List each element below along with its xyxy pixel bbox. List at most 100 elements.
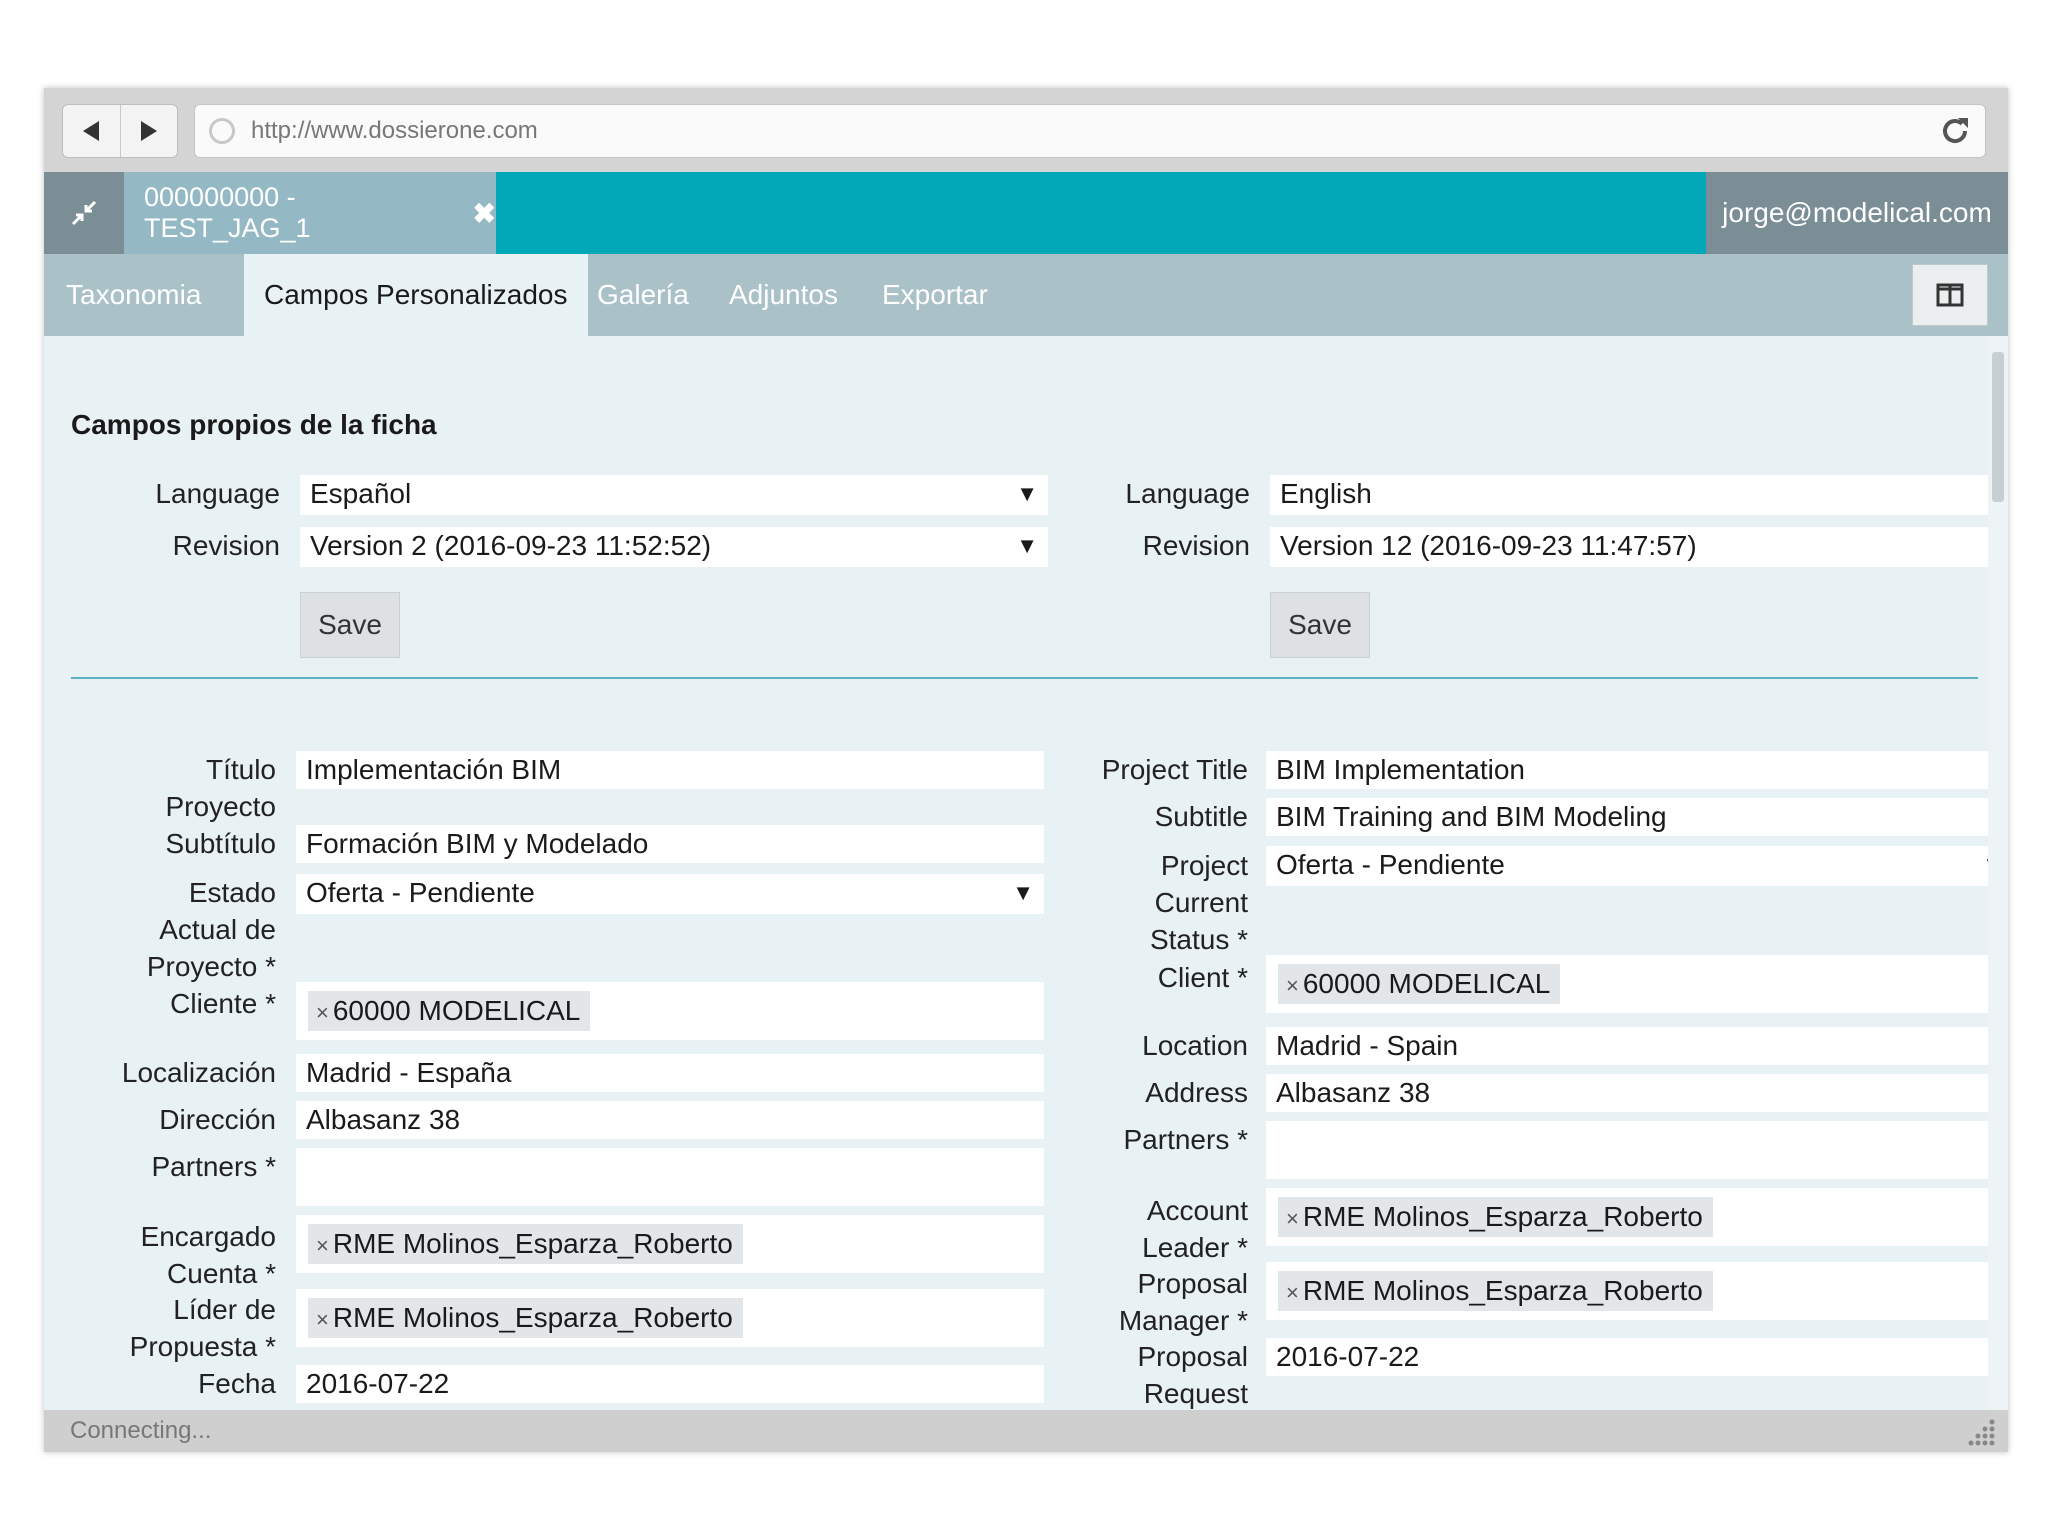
remove-tag-icon[interactable]: ×: [316, 1233, 329, 1258]
label-direccion: Dirección: [159, 1104, 276, 1135]
user-email[interactable]: jorge@modelical.com: [1706, 172, 2008, 254]
content-area: Campos propios de la ficha Language Espa…: [44, 336, 1988, 1410]
collapse-arrows-icon: [71, 200, 97, 226]
lider-tag[interactable]: × RME Molinos_Esparza_Roberto: [308, 1298, 743, 1338]
label-titulo-proyecto: Título Proyecto: [165, 754, 277, 822]
lider-tags-input[interactable]: × RME Molinos_Esparza_Roberto: [296, 1289, 1044, 1347]
label-lider-propuesta: Líder de Propuesta *: [129, 1294, 276, 1362]
tab-exportar[interactable]: Exportar: [882, 254, 988, 336]
resize-grip-icon[interactable]: [1966, 1418, 1996, 1446]
scrollbar[interactable]: [1988, 336, 2008, 1410]
nav-buttons: [62, 104, 178, 158]
left-language-value: Español: [310, 478, 412, 509]
status-text: Connecting...: [70, 1417, 212, 1444]
right-revision-value: Version 12 (2016-09-23 11:47:57): [1280, 530, 1697, 561]
project-title-input[interactable]: BIM Implementation: [1266, 751, 1988, 789]
browser-window: http://www.dossierone.com 000000000 - TE…: [44, 88, 2008, 1452]
section-title: Campos propios de la ficha: [71, 409, 437, 440]
back-button[interactable]: [63, 105, 120, 157]
right-revision-label: Revision: [1142, 530, 1250, 561]
left-revision-label: Revision: [172, 530, 280, 561]
tab-bar: Taxonomia Campos Personalizados Galería …: [44, 254, 2008, 336]
tab-campos-personalizados[interactable]: Campos Personalizados: [244, 254, 588, 336]
left-revision-value: Version 2 (2016-09-23 11:52:52): [310, 530, 712, 561]
url-text: http://www.dossierone.com: [251, 117, 538, 144]
scrollbar-thumb[interactable]: [1992, 352, 2004, 502]
encargado-tags-input[interactable]: × RME Molinos_Esparza_Roberto: [296, 1215, 1044, 1273]
document-tab[interactable]: 000000000 - TEST_JAG_1 ✖: [124, 172, 496, 254]
document-tab-title: 000000000 - TEST_JAG_1: [144, 182, 311, 243]
dropdown-caret-icon: ▼: [1016, 481, 1038, 506]
location-input[interactable]: Madrid - Spain: [1266, 1027, 1988, 1065]
right-language-label: Language: [1125, 478, 1250, 509]
remove-tag-icon[interactable]: ×: [316, 1000, 329, 1025]
label-partners: Partners *: [151, 1151, 277, 1182]
remove-tag-icon[interactable]: ×: [316, 1307, 329, 1332]
reload-icon[interactable]: [1939, 115, 1971, 147]
label-fecha: Fecha: [198, 1368, 276, 1399]
left-language-select[interactable]: Español ▼: [300, 475, 1048, 515]
address-input[interactable]: Albasanz 38: [1266, 1074, 1988, 1112]
encargado-tag[interactable]: × RME Molinos_Esparza_Roberto: [308, 1224, 743, 1264]
client-tag[interactable]: × 60000 MODELICAL: [1278, 964, 1561, 1004]
label-localizacion: Localización: [121, 1057, 276, 1088]
label-client: Client *: [1157, 962, 1248, 993]
tab-adjuntos[interactable]: Adjuntos: [729, 254, 838, 336]
left-divider: [71, 677, 1048, 679]
right-divider: [1041, 677, 1978, 679]
localizacion-input[interactable]: Madrid - España: [296, 1054, 1044, 1092]
right-language-value: English: [1280, 478, 1372, 509]
status-bar: Connecting...: [44, 1410, 2008, 1452]
address-bar[interactable]: http://www.dossierone.com: [194, 104, 1986, 158]
label-project-status: Project Current Status *: [1149, 850, 1248, 955]
label-subtitle: Subtitle: [1154, 801, 1248, 832]
label-account-leader: Account Leader *: [1142, 1195, 1248, 1263]
cliente-tag[interactable]: × 60000 MODELICAL: [308, 991, 591, 1031]
proposal-manager-tag[interactable]: × RME Molinos_Esparza_Roberto: [1278, 1271, 1713, 1311]
label-partners-en: Partners *: [1123, 1124, 1249, 1155]
collapse-button[interactable]: [44, 172, 124, 254]
forward-button[interactable]: [119, 105, 178, 157]
remove-tag-icon[interactable]: ×: [1286, 1206, 1299, 1231]
label-proposal-manager: Proposal Manager *: [1118, 1268, 1248, 1336]
dropdown-caret-icon: ▼: [1012, 880, 1034, 905]
dropdown-caret-icon: ▼: [1016, 533, 1038, 558]
browser-toolbar: http://www.dossierone.com: [44, 88, 2008, 172]
partners-input[interactable]: [296, 1148, 1044, 1206]
partners-en-input[interactable]: [1266, 1121, 1988, 1179]
cliente-tags-input[interactable]: × 60000 MODELICAL: [296, 982, 1044, 1040]
left-save-button[interactable]: Save: [300, 592, 400, 658]
subtitulo-input[interactable]: Formación BIM y Modelado: [296, 825, 1044, 863]
proposal-request-input[interactable]: 2016-07-22: [1266, 1338, 1988, 1376]
label-subtitulo: Subtítulo: [165, 828, 276, 859]
right-save-button[interactable]: Save: [1270, 592, 1370, 658]
close-tab-icon[interactable]: ✖: [473, 197, 496, 230]
split-view-button[interactable]: [1912, 264, 1988, 326]
right-language-select[interactable]: English ▼: [1270, 475, 1988, 515]
project-status-select[interactable]: Oferta - Pendiente ▼: [1266, 846, 1988, 886]
label-address: Address: [1145, 1077, 1248, 1108]
label-estado: Estado Actual de Proyecto *: [146, 877, 276, 982]
account-leader-tag[interactable]: × RME Molinos_Esparza_Roberto: [1278, 1197, 1713, 1237]
label-project-title: Project Title: [1101, 754, 1248, 785]
subtitle-input[interactable]: BIM Training and BIM Modeling: [1266, 798, 1988, 836]
left-revision-select[interactable]: Version 2 (2016-09-23 11:52:52) ▼: [300, 527, 1048, 567]
proposal-manager-tags-input[interactable]: × RME Molinos_Esparza_Roberto: [1266, 1262, 1988, 1320]
right-revision-select[interactable]: Version 12 (2016-09-23 11:47:57) ▼: [1270, 527, 1988, 567]
label-encargado-cuenta: Encargado Cuenta *: [140, 1221, 276, 1289]
back-arrow-icon: [83, 121, 100, 141]
page-status-icon: [209, 118, 235, 144]
account-leader-tags-input[interactable]: × RME Molinos_Esparza_Roberto: [1266, 1188, 1988, 1246]
tab-taxonomia[interactable]: Taxonomia: [66, 254, 201, 336]
estado-select[interactable]: Oferta - Pendiente ▼: [296, 874, 1044, 914]
left-language-label: Language: [155, 478, 280, 509]
fecha-input[interactable]: 2016-07-22: [296, 1365, 1044, 1403]
titulo-input[interactable]: Implementación BIM: [296, 751, 1044, 789]
estado-value: Oferta - Pendiente: [306, 877, 535, 908]
label-location: Location: [1142, 1030, 1248, 1061]
remove-tag-icon[interactable]: ×: [1286, 1280, 1299, 1305]
direccion-input[interactable]: Albasanz 38: [296, 1101, 1044, 1139]
remove-tag-icon[interactable]: ×: [1286, 973, 1299, 998]
client-tags-input[interactable]: × 60000 MODELICAL: [1266, 955, 1988, 1013]
tab-galeria[interactable]: Galería: [597, 254, 689, 336]
